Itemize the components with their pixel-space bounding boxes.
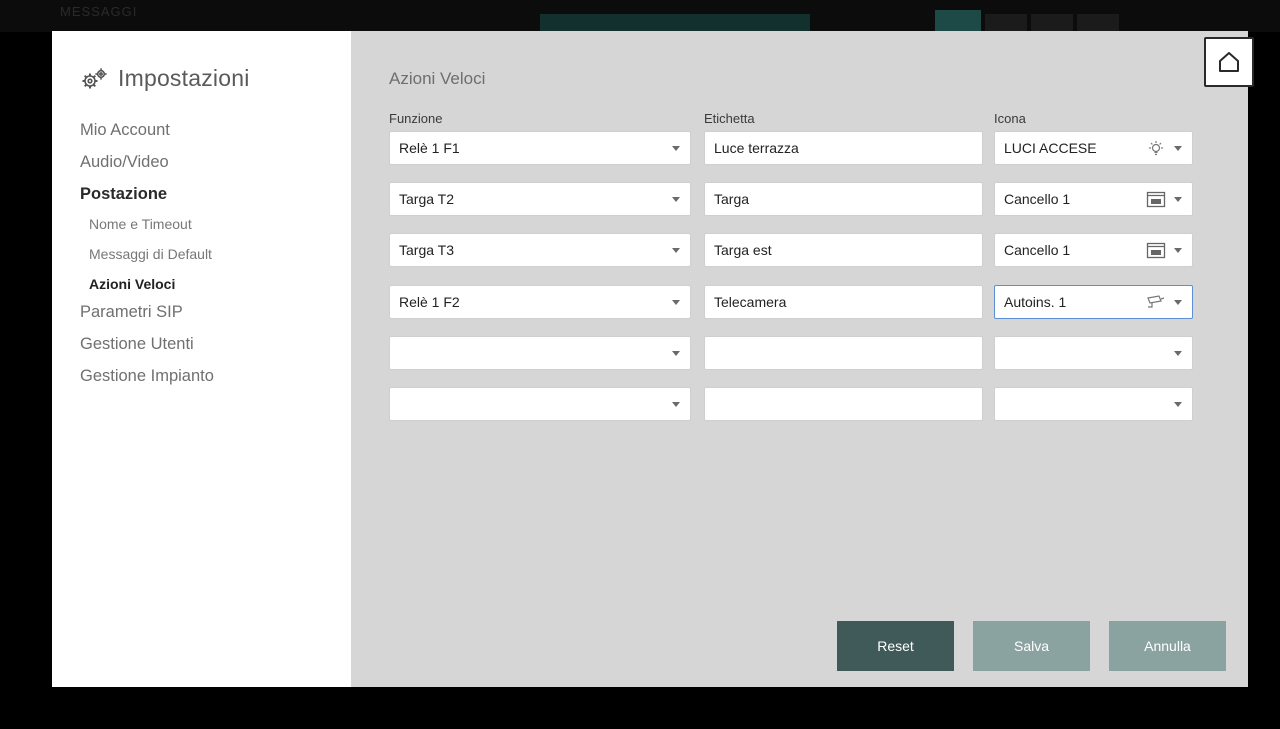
icon-select[interactable]	[994, 387, 1193, 421]
cancel-button[interactable]: Annulla	[1109, 621, 1226, 671]
home-icon	[1219, 52, 1239, 72]
chevron-down-icon	[1174, 300, 1182, 305]
background-ghost-icon	[985, 14, 1027, 32]
icon-select-value: LUCI ACCESE	[1004, 140, 1097, 156]
quick-action-row: Targa T2 Targa Cancello 1	[389, 182, 1195, 216]
settings-content: Azioni Veloci Funzione Etichetta Icona R…	[351, 31, 1248, 687]
chevron-down-icon	[1174, 197, 1182, 202]
label-input-value: Targa	[714, 191, 750, 207]
quick-action-row: Targa T3 Targa est Cancello 1	[389, 233, 1195, 267]
icon-select[interactable]: LUCI ACCESE	[994, 131, 1193, 165]
gate-icon	[1146, 242, 1166, 259]
settings-modal: Impostazioni Mio Account Audio/Video Pos…	[52, 31, 1254, 687]
function-select-value: Targa T2	[399, 191, 454, 207]
label-input-value: Luce terrazza	[714, 140, 799, 156]
sidebar-item-mio-account[interactable]: Mio Account	[80, 119, 214, 151]
label-input[interactable]: Telecamera	[704, 285, 983, 319]
background-ghost-bar	[540, 14, 810, 32]
gears-icon	[82, 68, 107, 88]
column-header-function: Funzione	[389, 111, 443, 126]
quick-action-row: Relè 1 F2 Telecamera Autoins. 1	[389, 285, 1195, 319]
camera-icon	[1147, 295, 1165, 308]
column-header-label: Etichetta	[704, 111, 755, 126]
icon-select-value: Cancello 1	[1004, 191, 1071, 207]
chevron-down-icon	[672, 300, 680, 305]
sidebar-header: Impostazioni	[80, 65, 250, 92]
save-button[interactable]: Salva	[973, 621, 1090, 671]
icon-select[interactable]	[994, 336, 1193, 370]
background-app-header: MESSAGGI	[0, 0, 1280, 32]
lightbulb-icon	[1149, 141, 1163, 156]
sidebar-item-gestione-utenti[interactable]: Gestione Utenti	[80, 333, 214, 365]
background-ghost-icon	[1077, 14, 1119, 32]
function-select[interactable]	[389, 387, 691, 421]
icon-select[interactable]: Cancello 1	[994, 182, 1193, 216]
icon-select[interactable]: Autoins. 1	[994, 285, 1193, 319]
label-input[interactable]	[704, 387, 983, 421]
column-header-icon: Icona	[994, 111, 1026, 126]
chevron-down-icon	[1174, 248, 1182, 253]
quick-action-row	[389, 336, 1195, 370]
reset-button[interactable]: Reset	[837, 621, 954, 671]
chevron-down-icon	[1174, 351, 1182, 356]
label-input-value: Targa est	[714, 242, 772, 258]
background-ghost-icon	[1031, 14, 1073, 32]
background-ghost-button	[935, 10, 981, 32]
label-input[interactable]: Luce terrazza	[704, 131, 983, 165]
settings-sidebar: Impostazioni Mio Account Audio/Video Pos…	[52, 31, 351, 687]
chevron-down-icon	[1174, 146, 1182, 151]
sidebar-item-parametri-sip[interactable]: Parametri SIP	[80, 301, 214, 333]
sidebar-subitem-messaggi-default[interactable]: Messaggi di Default	[80, 245, 214, 275]
sidebar-nav: Mio Account Audio/Video Postazione Nome …	[80, 119, 214, 397]
chevron-down-icon	[1174, 402, 1182, 407]
sidebar-title: Impostazioni	[118, 65, 250, 91]
chevron-down-icon	[672, 248, 680, 253]
label-input-value: Telecamera	[714, 294, 787, 310]
function-select-value: Targa T3	[399, 242, 454, 258]
quick-action-row: Relè 1 F1 Luce terrazza LUCI ACCESE	[389, 131, 1195, 165]
home-button[interactable]	[1204, 37, 1254, 87]
gate-icon	[1146, 191, 1166, 208]
function-select[interactable]	[389, 336, 691, 370]
chevron-down-icon	[672, 402, 680, 407]
label-input[interactable]	[704, 336, 983, 370]
function-select[interactable]: Relè 1 F2	[389, 285, 691, 319]
label-input[interactable]: Targa	[704, 182, 983, 216]
function-select[interactable]: Relè 1 F1	[389, 131, 691, 165]
sidebar-subitem-nome-timeout[interactable]: Nome e Timeout	[80, 215, 214, 245]
function-select-value: Relè 1 F1	[399, 140, 460, 156]
chevron-down-icon	[672, 197, 680, 202]
label-input[interactable]: Targa est	[704, 233, 983, 267]
chevron-down-icon	[672, 351, 680, 356]
quick-action-row	[389, 387, 1195, 421]
sidebar-subitem-azioni-veloci[interactable]: Azioni Veloci	[80, 275, 214, 301]
function-select[interactable]: Targa T3	[389, 233, 691, 267]
icon-select-value: Autoins. 1	[1004, 294, 1067, 310]
background-ghost-text: MESSAGGI	[60, 4, 138, 19]
icon-select[interactable]: Cancello 1	[994, 233, 1193, 267]
sidebar-item-postazione[interactable]: Postazione	[80, 183, 214, 215]
page-title: Azioni Veloci	[389, 69, 486, 88]
function-select-value: Relè 1 F2	[399, 294, 460, 310]
chevron-down-icon	[672, 146, 680, 151]
function-select[interactable]: Targa T2	[389, 182, 691, 216]
sidebar-item-audio-video[interactable]: Audio/Video	[80, 151, 214, 183]
icon-select-value: Cancello 1	[1004, 242, 1071, 258]
sidebar-item-gestione-impianto[interactable]: Gestione Impianto	[80, 365, 214, 397]
